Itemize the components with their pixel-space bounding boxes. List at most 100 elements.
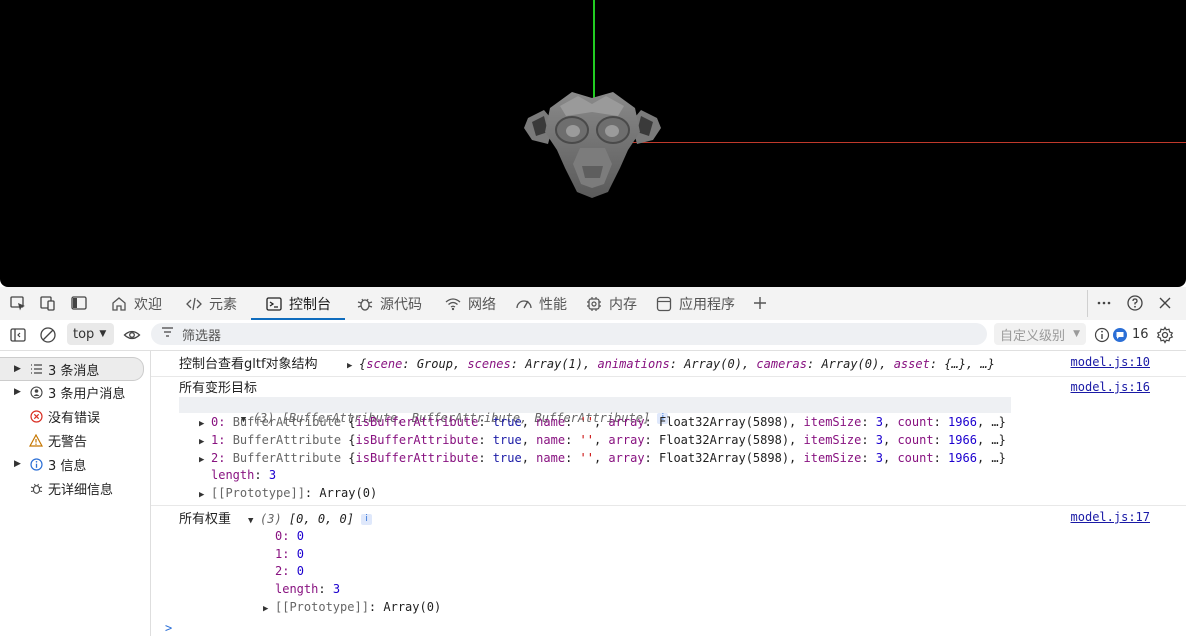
more-options-icon[interactable]: [1094, 293, 1114, 313]
settings-gear-icon[interactable]: [1155, 325, 1175, 345]
log-level-dropdown[interactable]: 自定义级别 ▼: [994, 323, 1086, 345]
expand-arrow-icon[interactable]: ▶: [263, 604, 275, 614]
array-header[interactable]: ▼ (3) [BufferAttribute, BufferAttribute, …: [179, 397, 1011, 425]
tab-label: 应用程序: [679, 296, 735, 313]
prototype-row[interactable]: ▶ [[Prototype]]: Array(0): [199, 486, 377, 500]
array-summary: [0, 0, 0]: [288, 512, 354, 526]
expand-arrow-icon[interactable]: ▶: [199, 490, 211, 500]
app-icon: [655, 295, 673, 313]
length-key: length: [275, 582, 319, 596]
tab-sources[interactable]: 源代码: [356, 287, 422, 320]
array-entry: 0: 0: [275, 529, 304, 543]
sidebar-item-label: 3 信息: [48, 458, 87, 474]
tab-network[interactable]: 网络: [444, 287, 496, 320]
tab-application[interactable]: 应用程序: [655, 287, 735, 320]
prop-value: Array(0): [821, 357, 880, 371]
inspect-icon[interactable]: [8, 293, 28, 313]
prototype-row[interactable]: ▶ [[Prototype]]: Array(0): [263, 600, 441, 614]
log-label: 所有变形目标: [179, 381, 258, 396]
source-link[interactable]: model.js:16: [1071, 380, 1150, 394]
expand-arrow-icon[interactable]: ▶: [199, 455, 211, 465]
array-entry: 1: 0: [275, 547, 304, 561]
item-count: 1966: [948, 415, 977, 429]
y-axis-line: [593, 0, 595, 98]
sidebar-item-messages[interactable]: ▶ 3 条消息: [0, 357, 144, 381]
console-output: 控制台查看gltf对象结构 ▶ {scene: Group, scenes: Ar…: [151, 351, 1186, 636]
message-badge-icon: [1113, 328, 1127, 342]
chevron-down-icon: ▼: [1073, 329, 1080, 339]
array-count: (3): [260, 512, 282, 526]
info-badge-icon[interactable]: i: [361, 514, 373, 525]
tab-memory[interactable]: 内存: [585, 287, 637, 320]
home-icon: [110, 295, 128, 313]
sidebar-item-user-messages[interactable]: ▶ 3 条用户消息: [0, 381, 143, 403]
console-sidebar: ▶ 3 条消息 ▶ 3 条用户消息 没有错误 无警告 ▶ 3 信息 无详细信息: [0, 351, 151, 636]
prop-tail: …}: [980, 357, 995, 371]
array-entry[interactable]: ▶ 1: BufferAttribute {isBufferAttribute: …: [199, 433, 1006, 447]
prop-value: Array(1): [525, 357, 583, 371]
prototype-key: [[Prototype]]: [275, 600, 369, 614]
tab-label: 性能: [539, 296, 567, 313]
tab-welcome[interactable]: 欢迎: [110, 287, 162, 320]
entry-type: BufferAttribute: [232, 433, 342, 447]
dock-sidebar-icon[interactable]: [69, 293, 89, 313]
error-icon: [29, 409, 43, 423]
prototype-key: [[Prototype]]: [211, 486, 305, 500]
clear-console-icon[interactable]: [38, 325, 58, 345]
context-selector[interactable]: top ▼: [67, 323, 114, 345]
prop-key: scenes: [467, 357, 511, 371]
log-label: 控制台查看gltf对象结构: [179, 357, 318, 372]
expand-arrow-icon[interactable]: ▶: [347, 361, 359, 371]
filter-input[interactable]: 筛选器: [151, 323, 987, 345]
webgl-canvas[interactable]: [0, 0, 1186, 287]
sidebar-item-info[interactable]: ▶ 3 信息: [0, 453, 143, 475]
array-entry[interactable]: ▶ 2: BufferAttribute {isBufferAttribute: …: [199, 451, 1006, 465]
expand-arrow-icon[interactable]: ▶: [199, 437, 211, 447]
sidebar-item-errors[interactable]: 没有错误: [0, 405, 143, 427]
tab-label: 网络: [468, 296, 496, 313]
collapse-arrow-icon[interactable]: ▼: [248, 516, 260, 526]
prop-key: animations: [597, 357, 670, 371]
array-header[interactable]: ▼ (3) [0, 0, 0] i: [248, 512, 373, 526]
show-sidebar-icon[interactable]: [8, 325, 28, 345]
prop-key: scene: [366, 357, 403, 371]
prop-key: asset: [893, 357, 930, 371]
user-icon: [29, 385, 43, 399]
tab-console[interactable]: 控制台: [251, 287, 345, 321]
device-emulation-icon[interactable]: [38, 293, 58, 313]
help-icon[interactable]: [1125, 293, 1145, 313]
expand-arrow-icon[interactable]: ▶: [14, 364, 21, 374]
chevron-down-icon: ▼: [99, 329, 107, 339]
context-label: top: [73, 326, 95, 342]
array-entry[interactable]: ▶ 0: BufferAttribute {isBufferAttribute: …: [199, 415, 1006, 429]
expand-arrow-icon[interactable]: ▶: [199, 419, 211, 429]
devtools-panel: 欢迎 元素 控制台 源代码 网络 性能 内存 应用程序 top ▼ 筛选器 自定…: [0, 287, 1186, 636]
source-link[interactable]: model.js:17: [1071, 510, 1150, 524]
sidebar-item-warnings[interactable]: 无警告: [0, 429, 143, 451]
array-length: 5898: [752, 433, 782, 447]
console-prompt-chevron-icon[interactable]: >: [165, 621, 172, 635]
sidebar-item-label: 3 条消息: [48, 363, 100, 379]
live-expression-eye-icon[interactable]: [122, 325, 142, 345]
tab-performance[interactable]: 性能: [515, 287, 567, 320]
entry-value: 0: [296, 547, 304, 561]
info-circle-icon[interactable]: [1092, 325, 1112, 345]
item-count: 1966: [948, 451, 977, 465]
tab-separator: [1087, 290, 1088, 317]
array-length: 5898: [752, 415, 782, 429]
object-preview[interactable]: ▶ {scene: Group, scenes: Array(1), animat…: [347, 357, 995, 371]
x-axis-line: [632, 142, 1186, 143]
log-level-label: 自定义级别: [1000, 328, 1066, 344]
tab-elements[interactable]: 元素: [185, 287, 237, 320]
sidebar-item-verbose[interactable]: 无详细信息: [0, 477, 143, 499]
array-length-row: length: 3: [275, 582, 341, 596]
prototype-value: Array(0): [383, 600, 442, 614]
expand-arrow-icon[interactable]: ▶: [14, 387, 21, 397]
add-tab-icon[interactable]: [750, 293, 770, 313]
sidebar-item-label: 无详细信息: [48, 482, 114, 498]
close-icon[interactable]: [1155, 293, 1175, 313]
length-value: 3: [332, 582, 341, 596]
source-link[interactable]: model.js:10: [1071, 355, 1150, 369]
expand-arrow-icon[interactable]: ▶: [14, 459, 21, 469]
prop-value: {…}: [944, 357, 966, 371]
